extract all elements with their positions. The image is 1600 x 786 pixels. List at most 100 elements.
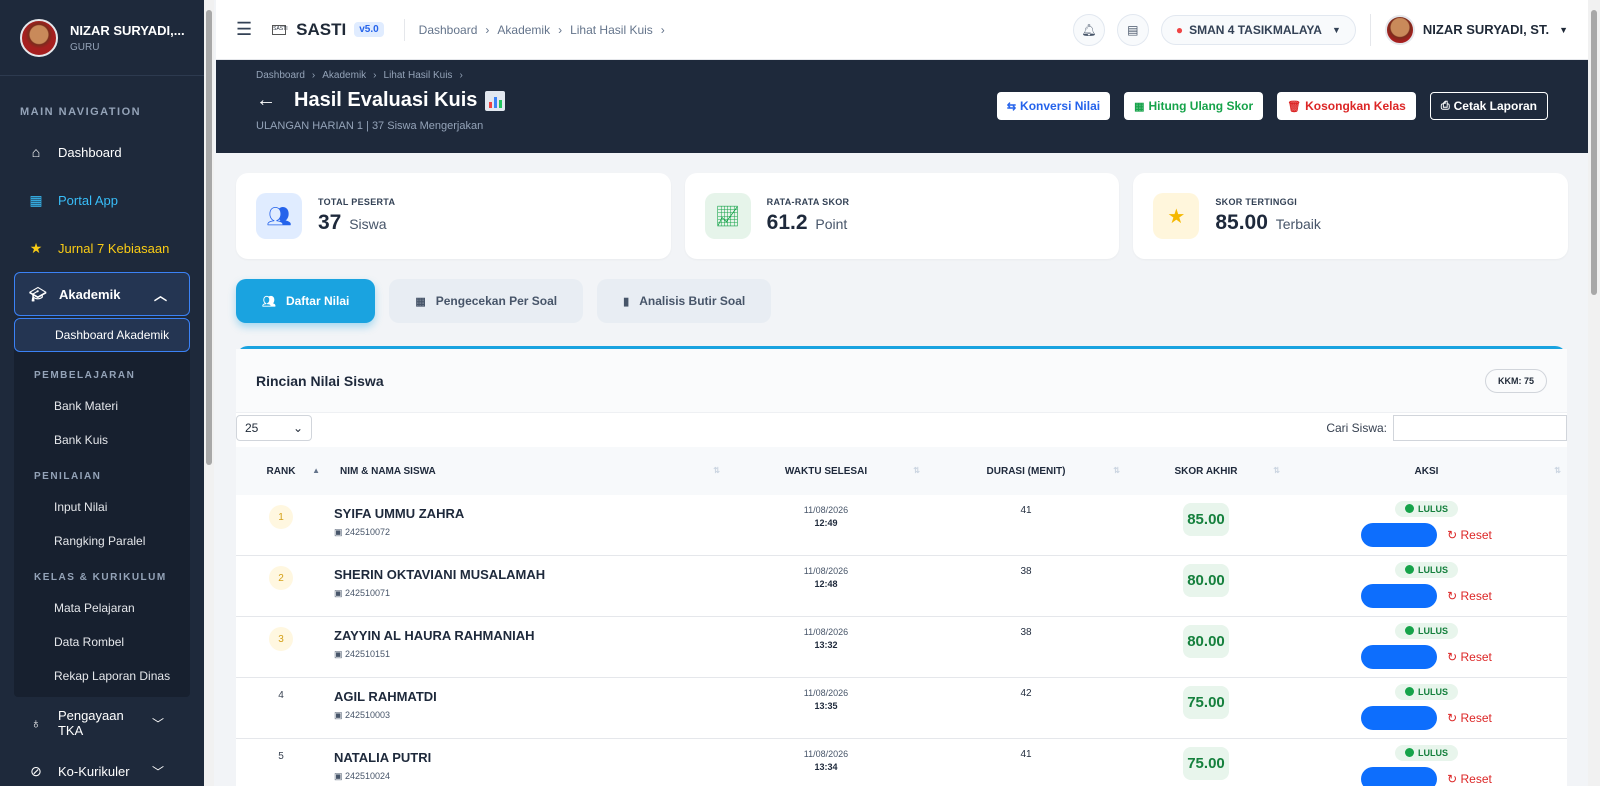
stat-value: 61.2 — [766, 211, 808, 234]
bell-icon[interactable]: 🔔︎ — [1072, 13, 1105, 46]
detail-button[interactable] — [1361, 767, 1438, 786]
bar-chart-icon: ▮ — [623, 295, 630, 308]
sidebar-item-dashboard-akademik[interactable]: Dashboard Akademik — [14, 318, 190, 352]
printer-icon[interactable]: ▤ — [1116, 13, 1149, 46]
column-header-waktu[interactable]: WAKTU SELESAI ⇅ — [726, 466, 926, 477]
sidebar-item-data-rombel[interactable]: Data Rombel — [14, 625, 190, 659]
button-label: Cetak Laporan — [1453, 99, 1537, 113]
reset-button[interactable]: ↻ Reset — [1447, 589, 1492, 603]
avatar — [20, 18, 58, 57]
column-header-rank[interactable]: RANK ▲ — [236, 466, 326, 477]
sidebar-item-pengayaan[interactable]: ♁ Pengayaan TKA ﹀ — [0, 699, 204, 747]
sidebar-item-jurnal[interactable]: ★ Jurnal 7 Kebiasaan — [0, 224, 204, 272]
caret-down-icon: ▼ — [1331, 24, 1341, 35]
finish-time: 13:35 — [814, 701, 838, 711]
tab-analisis[interactable]: ▮ Analisis Butir Soal — [597, 279, 772, 323]
sidebar-item-akademik[interactable]: 🎓︎ Akademik ︿ — [14, 272, 190, 316]
detail-button[interactable] — [1361, 523, 1438, 547]
breadcrumb-item[interactable]: Lihat Hasil Kuis — [570, 23, 653, 37]
back-arrow-icon[interactable]: ← — [256, 89, 276, 112]
kkm-badge: KKM: 75 — [1484, 368, 1547, 393]
button-label: Kosongkan Kelas — [1305, 99, 1406, 113]
tab-pengecekan[interactable]: ▦ Pengecekan Per Soal — [389, 279, 584, 323]
reset-button[interactable]: ↻ Reset — [1447, 711, 1492, 725]
status-label: LULUS — [1418, 565, 1448, 575]
page-scrollbar[interactable] — [1588, 0, 1600, 786]
column-header-durasi[interactable]: DURASI (MENIT) ⇅ — [926, 466, 1126, 477]
swap-icon: ⇆ — [1006, 100, 1017, 113]
location-pin-icon: ● — [1175, 22, 1184, 37]
sidebar-item-portal[interactable]: ▦ Portal App — [0, 176, 204, 224]
panel-title: Rincian Nilai Siswa — [256, 372, 384, 389]
hitung-ulang-button[interactable]: ▦ Hitung Ulang Skor — [1124, 92, 1264, 120]
finish-date: 11/08/2026 — [803, 505, 849, 515]
breadcrumb-item[interactable]: Lihat Hasil Kuis — [384, 70, 453, 81]
sidebar-item-rekap-laporan[interactable]: Rekap Laporan Dinas — [14, 659, 190, 693]
stat-unit: Siswa — [349, 216, 387, 232]
column-header-nama[interactable]: NIM & NAMA SISWA ⇅ — [326, 466, 726, 477]
sidebar-item-input-nilai[interactable]: Input Nilai — [14, 490, 190, 524]
konversi-nilai-button[interactable]: ⇆ Konversi Nilai — [996, 92, 1111, 120]
user-menu[interactable]: NIZAR SURYADI, ST. ▼ — [1384, 14, 1568, 45]
sort-icon: ⇅ — [1273, 465, 1280, 475]
breadcrumb-item[interactable]: Akademik — [497, 23, 550, 37]
menu-icon[interactable]: ☰ — [236, 19, 252, 40]
detail-button[interactable] — [1361, 584, 1438, 608]
sidebar-user-name: NIZAR SURYADI,... — [70, 22, 185, 38]
reset-icon: ↻ — [1447, 589, 1461, 603]
rank-badge: 3 — [269, 627, 293, 651]
detail-button[interactable] — [1361, 645, 1438, 669]
check-circle-icon — [1405, 626, 1414, 635]
reset-label: Reset — [1460, 772, 1492, 786]
status-badge: LULUS — [1395, 745, 1458, 761]
sidebar-user[interactable]: NIZAR SURYADI,... GURU — [0, 0, 204, 76]
breadcrumb-item[interactable]: Dashboard — [419, 23, 478, 37]
page-size-select[interactable]: 25 ⌄ — [236, 415, 312, 441]
kosongkan-kelas-button[interactable]: 🗑︎ Kosongkan Kelas — [1277, 92, 1416, 120]
reset-button[interactable]: ↻ Reset — [1447, 650, 1492, 664]
reset-icon: ↻ — [1447, 528, 1461, 542]
column-label: WAKTU SELESAI — [784, 465, 868, 477]
page-subtitle: ULANGAN HARIAN 1 | 37 Siswa Mengerjakan — [256, 120, 484, 132]
column-header-aksi[interactable]: AKSI ⇅ — [1286, 466, 1567, 477]
reset-icon: ↻ — [1447, 650, 1461, 664]
status-badge: LULUS — [1395, 501, 1458, 517]
sidebar-item-bank-kuis[interactable]: Bank Kuis — [14, 423, 190, 457]
rank-badge: 2 — [269, 566, 293, 590]
column-header-skor[interactable]: SKOR AKHIR ⇅ — [1126, 466, 1286, 477]
stat-unit: Terbaik — [1275, 216, 1321, 232]
breadcrumb-item[interactable]: Dashboard — [256, 70, 305, 81]
detail-button[interactable] — [1361, 706, 1438, 730]
cetak-laporan-button[interactable]: ⎙ Cetak Laporan — [1429, 92, 1548, 120]
sidebar-item-label: Jurnal 7 Kebiasaan — [58, 240, 170, 256]
sidebar-item-bank-materi[interactable]: Bank Materi — [14, 389, 190, 423]
reset-button[interactable]: ↻ Reset — [1447, 528, 1492, 542]
student-name: AGIL RAHMATDI — [334, 689, 437, 704]
sidebar-item-dashboard[interactable]: ⌂ Dashboard — [0, 128, 204, 176]
results-panel: Rincian Nilai Siswa KKM: 75 25 ⌄ Cari Sis… — [236, 346, 1567, 786]
graduation-cap-icon: 🎓︎ — [29, 285, 47, 302]
sidebar-item-label: Akademik — [59, 286, 121, 302]
status-label: LULUS — [1418, 748, 1448, 758]
sidebar-scrollbar[interactable] — [204, 0, 214, 786]
sidebar-item-rangking-paralel[interactable]: Rangking Paralel — [14, 524, 190, 558]
sidebar-item-kokurikuler[interactable]: ⊘ Ko-Kurikuler ﹀ — [0, 747, 204, 786]
sidebar-section-title: MAIN NAVIGATION — [20, 106, 142, 118]
submenu-group-title: KELAS & KURIKULUM — [34, 572, 167, 583]
reset-button[interactable]: ↻ Reset — [1447, 772, 1492, 786]
topbar: ☰ SASTI SASTI v5.0 Dashboard › Akademik › Li… — [216, 0, 1588, 60]
tab-daftar-nilai[interactable]: 👥︎ Daftar Nilai — [236, 279, 376, 323]
school-selector[interactable]: ● SMAN 4 TASIKMALAYA ▼ — [1160, 14, 1356, 45]
reset-label: Reset — [1460, 650, 1492, 664]
breadcrumb-item[interactable]: Akademik — [322, 70, 366, 81]
id-card-icon: ▣ — [334, 649, 346, 659]
sort-icon: ⇅ — [1113, 465, 1120, 475]
sidebar-item-mata-pelajaran[interactable]: Mata Pelajaran — [14, 591, 190, 625]
check-circle-icon — [1405, 504, 1414, 513]
search-input[interactable] — [1393, 415, 1567, 441]
table-row: 5 NATALIA PUTRI ▣ 242510024 11/08/2026 1… — [236, 739, 1567, 786]
column-label: SKOR AKHIR — [1174, 465, 1238, 477]
student-nim: 242510003 — [345, 710, 391, 720]
sort-icon: ⇅ — [913, 465, 920, 475]
id-card-icon: ▣ — [334, 710, 346, 720]
